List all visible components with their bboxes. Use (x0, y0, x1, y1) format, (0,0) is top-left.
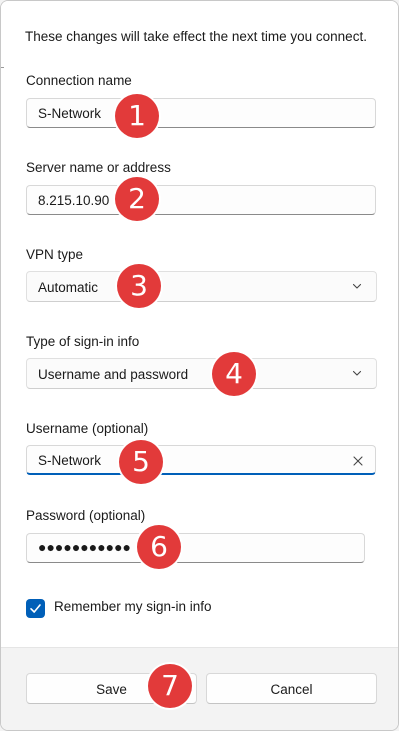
vpn-type-selected: Automatic (38, 280, 99, 295)
marker-badge-2: 2 (115, 177, 159, 221)
vpn-type-label: VPN type (26, 247, 84, 262)
password-label: Password (optional) (26, 508, 146, 523)
cancel-button[interactable]: Cancel (206, 673, 377, 704)
connection-name-label: Connection name (26, 73, 132, 88)
marker-badge-7: 7 (148, 664, 192, 708)
username-input[interactable]: S-Network (26, 445, 376, 475)
chevron-down-icon (352, 370, 362, 376)
sign-in-type-selected: Username and password (38, 367, 189, 382)
connection-name-value: S-Network (38, 106, 102, 121)
remember-checkbox[interactable] (26, 599, 45, 618)
password-input[interactable]: ●●●●●●●●●●● (26, 533, 365, 563)
close-icon[interactable] (352, 455, 364, 467)
username-label: Username (optional) (26, 421, 149, 436)
marker-badge-3: 3 (117, 264, 161, 308)
server-value: 8.215.10.90 (38, 193, 110, 208)
chevron-down-icon (352, 283, 362, 289)
marker-badge-1: 1 (115, 94, 159, 138)
marker-badge-4: 4 (212, 352, 256, 396)
connection-name-input[interactable]: S-Network (26, 98, 376, 128)
remember-label: Remember my sign-in info (54, 599, 212, 614)
sign-in-type-dropdown[interactable]: Username and password (26, 358, 377, 389)
marker-badge-6: 6 (137, 525, 181, 569)
sign-in-type-label: Type of sign-in info (26, 334, 140, 349)
vpn-edit-dialog: These changes will take effect the next … (0, 0, 399, 731)
server-input[interactable]: 8.215.10.90 (26, 185, 376, 215)
changes-notice: These changes will take effect the next … (25, 29, 367, 44)
dialog-content: These changes will take effect the next … (1, 1, 398, 647)
username-value: S-Network (38, 453, 102, 468)
checkmark-icon (30, 604, 41, 613)
marker-badge-5: 5 (119, 440, 163, 484)
vpn-type-dropdown[interactable]: Automatic (26, 271, 377, 302)
edge-divider (1, 67, 4, 68)
password-masked-value: ●●●●●●●●●●● (38, 539, 132, 555)
server-label: Server name or address (26, 160, 171, 175)
